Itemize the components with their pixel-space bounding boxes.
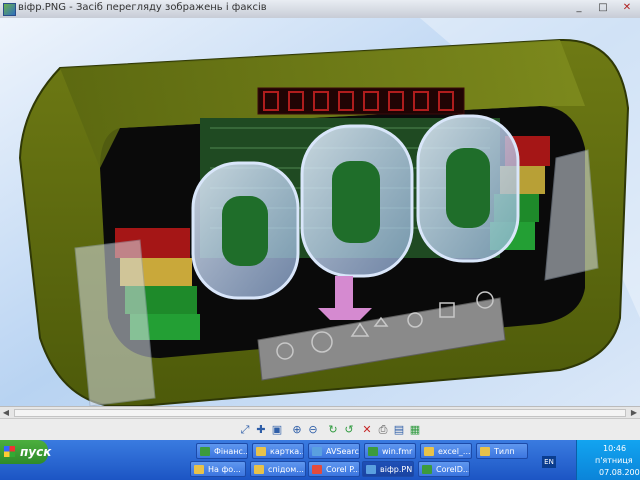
language-indicator[interactable]: EN [542,456,556,468]
start-label: пуск [20,445,52,459]
taskbar-item[interactable]: excel_... [420,443,472,459]
app-icon [368,447,378,456]
folder-icon [256,447,266,456]
save-icon[interactable]: ▤ [392,423,406,437]
image-icon [366,465,376,474]
window-title: віфр.PNG - Засіб перегляду зображень і ф… [18,2,267,13]
open-icon[interactable]: ▦ [408,423,422,437]
image-canvas[interactable] [0,18,640,406]
print-icon[interactable]: ⎙ [376,423,390,437]
app-icon [312,447,322,456]
clock-date: 07.08.2009 [599,468,640,477]
rotate-cw-icon[interactable]: ↻ [326,423,340,437]
folder-icon [424,447,434,456]
taskbar-item[interactable]: Corel P... [308,461,360,477]
taskbar-item-active[interactable]: віфр.PN... [362,461,414,477]
maximize-button[interactable]: □ [592,1,614,15]
actual-size-icon[interactable]: ✚ [254,423,268,437]
delete-icon[interactable]: ✕ [360,423,374,437]
taskbar-item[interactable]: CorelD... [418,461,470,477]
minimize-button[interactable]: _ [568,1,590,15]
zoom-out-icon[interactable]: ⊖ [306,423,320,437]
folder-icon [480,447,490,456]
folder-icon [194,465,204,474]
app-icon [200,447,210,456]
system-tray: 10:46 п'ятниця 07.08.2009 [576,440,640,480]
folder-icon [254,465,264,474]
title-bar: віфр.PNG - Засіб перегляду зображень і ф… [0,0,640,19]
start-button[interactable]: пуск [0,440,52,464]
app-icon [3,3,16,16]
scroll-thumb[interactable] [14,409,626,417]
slideshow-icon[interactable]: ▣ [270,423,284,437]
rotate-ccw-icon[interactable]: ↺ [342,423,356,437]
taskbar-item[interactable]: Фінанс... [196,443,248,459]
app-icon [312,465,322,474]
viewer-toolbar: ⤢ ✚ ▣ ⊕ ⊖ ↻ ↺ ✕ ⎙ ▤ ▦ [0,418,640,441]
taskbar-item[interactable]: AVSearch [308,443,360,459]
rendered-image [0,18,640,406]
taskbar-item[interactable]: win.fmr [364,443,416,459]
windows-logo-icon [4,446,15,457]
window-controls: _ □ ✕ [568,1,638,15]
zoom-in-icon[interactable]: ⊕ [290,423,304,437]
taskbar-item[interactable]: Тилп [476,443,528,459]
taskbar: пуск Фінанс... картка... AVSearch win.fm… [0,440,640,480]
taskbar-item[interactable]: На фо... [190,461,246,477]
zoom-fit-icon[interactable]: ⤢ [238,423,252,437]
clock-day: п'ятниця [595,456,633,465]
close-button[interactable]: ✕ [616,1,638,15]
app-icon [422,465,432,474]
clock-time[interactable]: 10:46 [603,444,626,453]
taskbar-item[interactable]: картка... [252,443,304,459]
taskbar-item[interactable]: спідом... [250,461,306,477]
